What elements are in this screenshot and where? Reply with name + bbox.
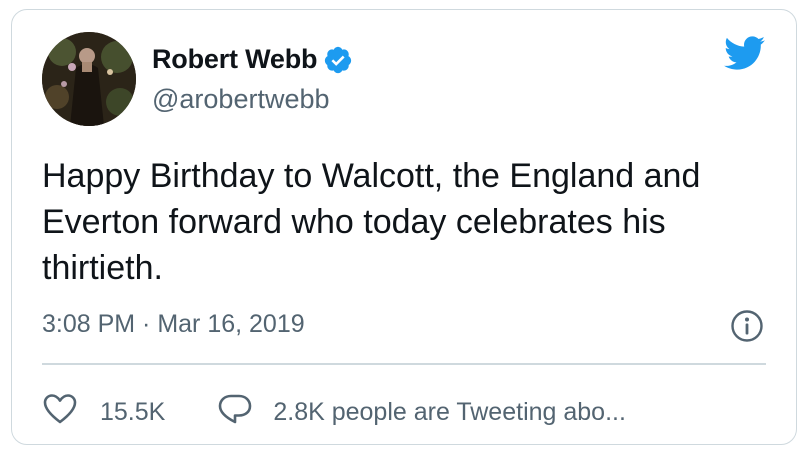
- tweet-card[interactable]: Robert Webb @arobertwebb Happy Birthday …: [11, 9, 797, 445]
- speech-bubble-icon: [217, 392, 253, 433]
- tweet-text: Happy Birthday to Walcott, the England a…: [42, 157, 701, 287]
- tweet-timestamp[interactable]: 3:08 PM · Mar 16, 2019: [42, 310, 305, 339]
- twitter-bird-icon[interactable]: [722, 35, 766, 71]
- like-button[interactable]: 15.5K: [42, 392, 165, 433]
- like-count: 15.5K: [100, 398, 166, 426]
- tweet-actions: 15.5K 2.8K people are Tweeting abo...: [42, 392, 626, 433]
- info-icon[interactable]: [730, 309, 764, 343]
- author-name[interactable]: Robert Webb: [152, 44, 318, 75]
- divider: [42, 363, 766, 365]
- avatar[interactable]: [42, 32, 136, 126]
- author-row: Robert Webb: [152, 44, 353, 75]
- author-handle[interactable]: @arobertwebb: [152, 84, 330, 115]
- verified-badge-icon: [323, 45, 353, 75]
- conversation-button[interactable]: 2.8K people are Tweeting abo...: [217, 392, 626, 433]
- conversation-text: 2.8K people are Tweeting abo...: [273, 398, 626, 426]
- heart-icon: [42, 392, 78, 433]
